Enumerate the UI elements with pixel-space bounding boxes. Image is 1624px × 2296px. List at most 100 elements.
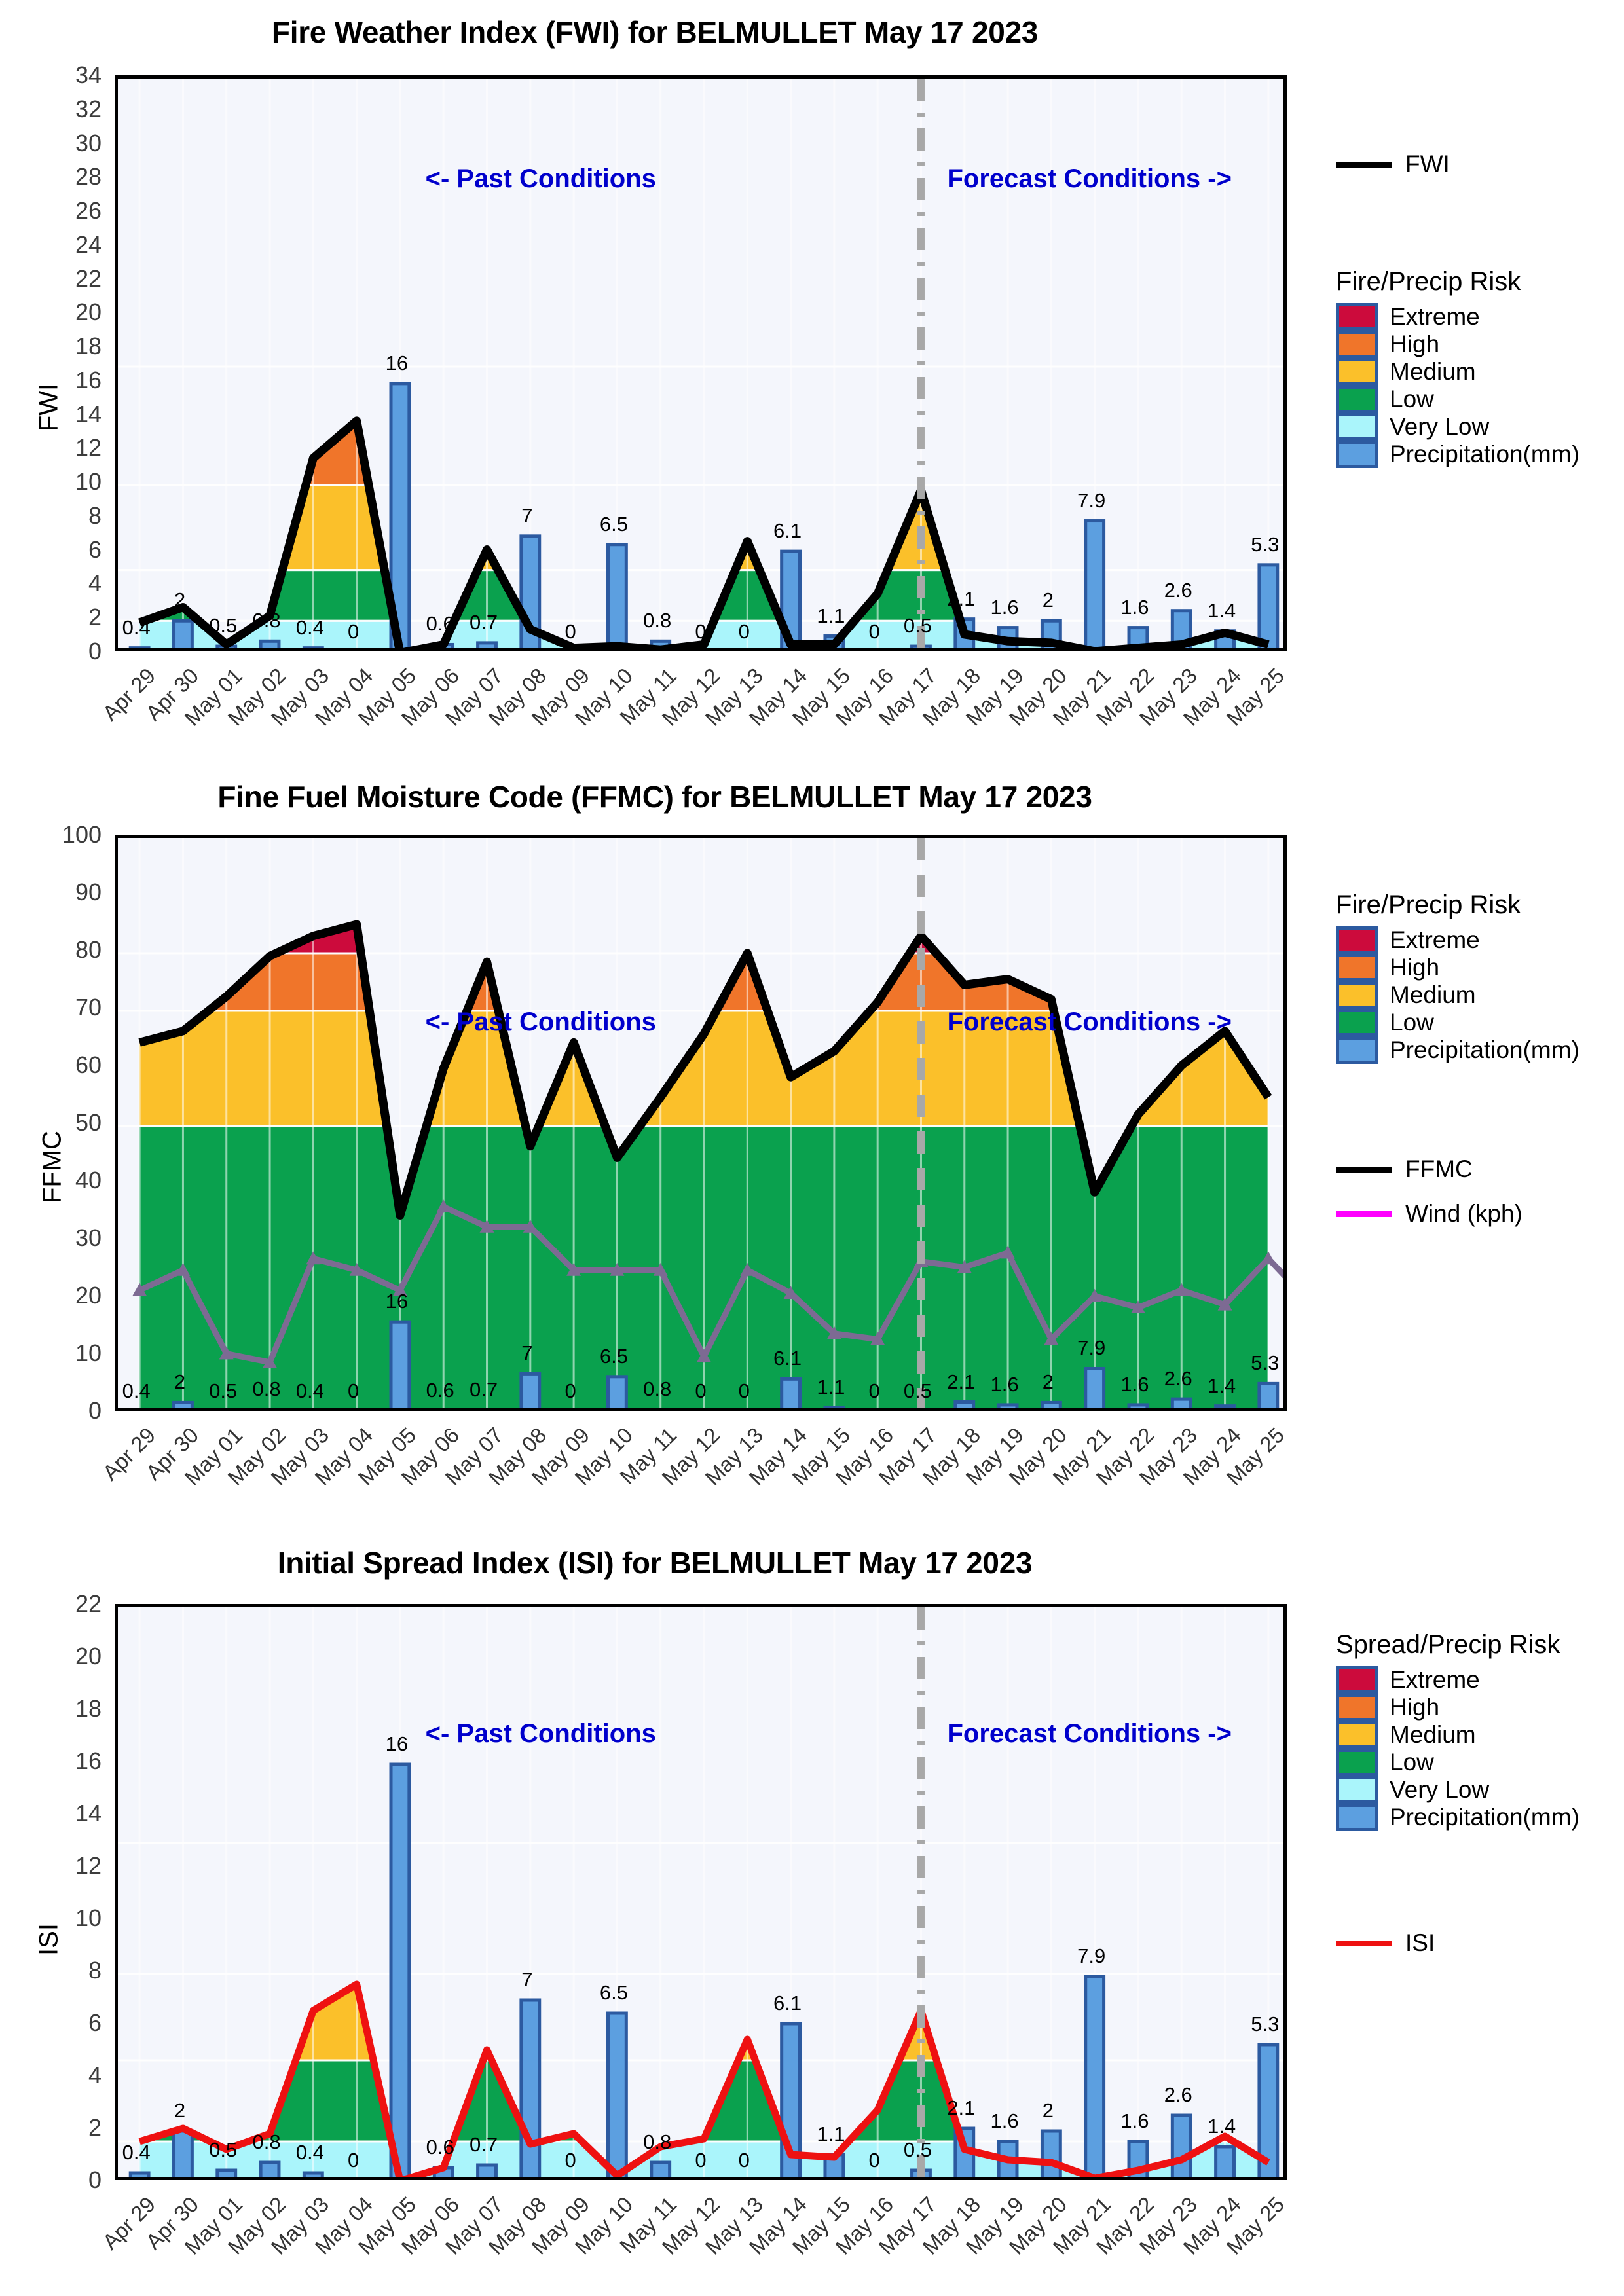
legend-series-fwi[interactable]: FWI bbox=[1336, 151, 1579, 178]
y-tick-isi: 22 bbox=[75, 1590, 101, 1617]
forecast-conditions-annotation: Forecast Conditions -> bbox=[947, 1008, 1232, 1036]
legend-item-extreme[interactable]: Extreme bbox=[1336, 1666, 1579, 1694]
legend-series-wind[interactable]: Wind (kph) bbox=[1336, 1200, 1579, 1228]
legend-series-ffmc[interactable]: FFMC bbox=[1336, 1156, 1579, 1183]
precip-value-label: 1.4 bbox=[1207, 2115, 1236, 2138]
precip-value-label: 2 bbox=[174, 589, 186, 612]
legend-item-precipitation-mm[interactable]: Precipitation(mm) bbox=[1336, 1804, 1579, 1831]
legend-line-label: ISI bbox=[1405, 1929, 1435, 1956]
legend-color-swatch bbox=[1336, 1749, 1378, 1776]
precip-value-label: 0 bbox=[695, 1379, 707, 1402]
precip-value-label: 1.4 bbox=[1207, 1374, 1236, 1397]
precip-value-label: 1.1 bbox=[817, 1376, 845, 1399]
legend-item-very-low[interactable]: Very Low bbox=[1336, 1776, 1579, 1804]
y-tick-fwi: 32 bbox=[75, 95, 101, 122]
legend-color-swatch bbox=[1336, 926, 1378, 954]
legend-isi: Spread/Precip Risk Extreme High Medium Low Ve… bbox=[1336, 1630, 1579, 1974]
y-tick-isi: 0 bbox=[88, 2166, 101, 2193]
y-tick-fwi: 16 bbox=[75, 366, 101, 393]
legend-item-medium[interactable]: Medium bbox=[1336, 1721, 1579, 1749]
legend-ffmc: Fire/Precip Risk Extreme High Medium Low Prec… bbox=[1336, 890, 1579, 1245]
legend-color-swatch bbox=[1336, 413, 1378, 441]
y-tick-ffmc: 70 bbox=[75, 994, 101, 1021]
legend-color-swatch bbox=[1336, 1666, 1378, 1694]
legend-item-medium[interactable]: Medium bbox=[1336, 358, 1579, 386]
precip-value-label: 0.5 bbox=[903, 1379, 932, 1402]
chart-title-fwi: Fire Weather Index (FWI) for BELMULLET M… bbox=[271, 15, 1039, 49]
legend-item-medium[interactable]: Medium bbox=[1336, 981, 1579, 1009]
y-tick-fwi: 12 bbox=[75, 434, 101, 462]
precip-value-label: 5.3 bbox=[1251, 532, 1280, 556]
precip-value-label: 0.8 bbox=[643, 1377, 672, 1400]
precip-value-label: 0.5 bbox=[903, 2138, 932, 2161]
precip-value-label: 1.6 bbox=[990, 595, 1019, 619]
legend-title: Fire/Precip Risk bbox=[1336, 890, 1521, 919]
legend-color-swatch bbox=[1336, 1036, 1378, 1064]
legend-color-swatch bbox=[1336, 331, 1378, 358]
precip-value-label: 1.6 bbox=[990, 1372, 1019, 1396]
precip-value-label: 6.1 bbox=[773, 1992, 802, 2014]
y-tick-ffmc: 50 bbox=[75, 1109, 101, 1136]
precip-value-label: 0.8 bbox=[643, 609, 672, 632]
legend-color-swatch bbox=[1336, 1721, 1378, 1749]
y-tick-isi: 16 bbox=[75, 1747, 101, 1774]
legend-item-high[interactable]: High bbox=[1336, 1694, 1579, 1721]
legend-item-high[interactable]: High bbox=[1336, 331, 1579, 358]
legend-item-low[interactable]: Low bbox=[1336, 1009, 1579, 1036]
precip-value-label: 1.6 bbox=[1120, 1372, 1149, 1396]
precip-value-label: 0.8 bbox=[643, 2130, 672, 2153]
legend-spacer bbox=[1336, 1831, 1579, 1929]
precip-value-label: 16 bbox=[385, 351, 409, 374]
chart-title-ffmc: Fine Fuel Moisture Code (FFMC) for BELMU… bbox=[217, 780, 1092, 814]
legend-title: Fire/Precip Risk bbox=[1336, 267, 1521, 296]
precip-value-label: 0 bbox=[738, 2149, 750, 2172]
precip-value-label: 0.5 bbox=[209, 2138, 238, 2161]
y-tick-isi: 18 bbox=[75, 1695, 101, 1722]
precip-value-label: 16 bbox=[385, 1732, 409, 1755]
precip-value-label: 2.1 bbox=[947, 2096, 976, 2119]
precip-value-label: 0.4 bbox=[295, 1379, 324, 1403]
precip-value-label: 7.9 bbox=[1077, 488, 1106, 512]
legend-line-swatch bbox=[1336, 1940, 1392, 1946]
legend-item-extreme[interactable]: Extreme bbox=[1336, 926, 1579, 954]
y-tick-ffmc: 90 bbox=[75, 879, 101, 905]
fire-weather-report-page: Fire Weather Index (FWI) for BELMULLET M… bbox=[0, 0, 1624, 2296]
y-tick-ffmc: 40 bbox=[75, 1167, 101, 1194]
legend-item-label: High bbox=[1390, 331, 1440, 357]
precip-value-label: 1.1 bbox=[817, 604, 845, 627]
precip-value-label: 0 bbox=[348, 620, 360, 643]
y-tick-fwi: 20 bbox=[75, 299, 101, 326]
precip-value-label: 0 bbox=[695, 2149, 707, 2172]
precip-value-label: 0.7 bbox=[469, 1377, 498, 1401]
precip-value-label: 6.1 bbox=[773, 519, 802, 543]
legend-fwi: FWI Fire/Precip Risk Extreme High Medium Low V… bbox=[1336, 151, 1579, 468]
precip-value-label: 0.6 bbox=[426, 2136, 454, 2159]
precip-value-label: 0 bbox=[348, 2149, 360, 2172]
precip-value-label: 7 bbox=[521, 1341, 533, 1365]
precip-value-label: 1.6 bbox=[1120, 595, 1149, 619]
precip-value-label: 1.1 bbox=[817, 2123, 845, 2145]
precip-value-label: 0.4 bbox=[122, 2141, 151, 2164]
legend-line-label: FFMC bbox=[1405, 1156, 1473, 1182]
precip-value-label: 0 bbox=[868, 1379, 880, 1402]
precip-value-label: 0.5 bbox=[903, 614, 932, 638]
precip-value-label: 6.5 bbox=[599, 512, 628, 536]
legend-series-isi[interactable]: ISI bbox=[1336, 1929, 1579, 1957]
y-tick-ffmc: 60 bbox=[75, 1051, 101, 1078]
legend-item-label: Very Low bbox=[1390, 413, 1490, 440]
y-tick-isi: 14 bbox=[75, 1800, 101, 1827]
legend-color-swatch bbox=[1336, 358, 1378, 386]
legend-item-precipitation-mm[interactable]: Precipitation(mm) bbox=[1336, 1036, 1579, 1064]
legend-item-very-low[interactable]: Very Low bbox=[1336, 413, 1579, 441]
legend-item-precipitation-mm[interactable]: Precipitation(mm) bbox=[1336, 441, 1579, 468]
legend-color-swatch bbox=[1336, 1804, 1378, 1831]
legend-line-label: Wind (kph) bbox=[1405, 1200, 1522, 1227]
legend-color-swatch bbox=[1336, 1776, 1378, 1804]
y-tick-isi: 6 bbox=[88, 2009, 101, 2036]
legend-item-extreme[interactable]: Extreme bbox=[1336, 303, 1579, 331]
legend-item-high[interactable]: High bbox=[1336, 954, 1579, 981]
legend-item-low[interactable]: Low bbox=[1336, 1749, 1579, 1776]
legend-item-low[interactable]: Low bbox=[1336, 386, 1579, 413]
precip-value-label: 16 bbox=[385, 1290, 409, 1313]
precip-value-label: 2.6 bbox=[1164, 578, 1192, 602]
